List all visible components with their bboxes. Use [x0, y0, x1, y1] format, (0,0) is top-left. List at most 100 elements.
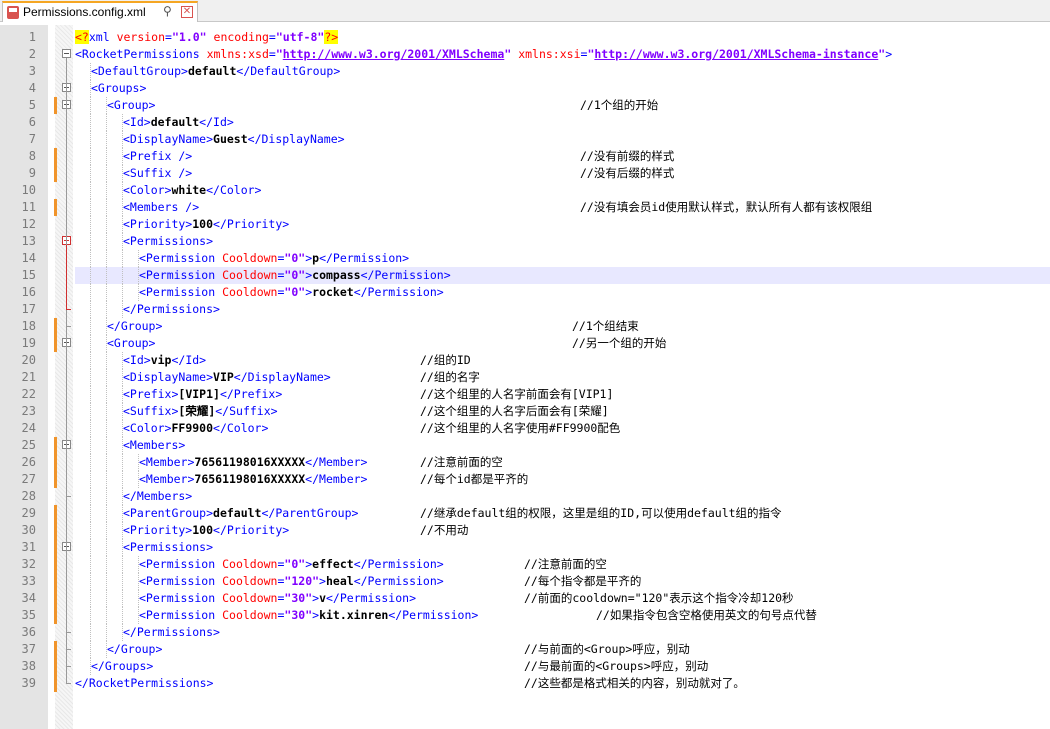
- editor-line[interactable]: 2 <RocketPermissions xmlns:xsd="http://ww…: [0, 46, 1050, 63]
- token: </Group>: [107, 642, 163, 656]
- token: encoding: [213, 30, 269, 44]
- code-text: <Members />: [75, 199, 1050, 216]
- indent-guide: [122, 471, 124, 488]
- editor-line[interactable]: 37 </Group> //与前面的<Group>呼应，别动: [0, 641, 1050, 658]
- editor-line[interactable]: 39 </RocketPermissions> //这些都是格式相关的内容，别动就对…: [0, 675, 1050, 692]
- indent-guide: [106, 267, 108, 284]
- token: Cooldown: [222, 268, 278, 282]
- token: "1.0": [171, 30, 207, 44]
- code-text: <?xml version="1.0" encoding="utf-8"?>: [75, 29, 1050, 46]
- close-tab-icon[interactable]: ✕: [181, 6, 193, 18]
- line-number: 26: [21, 455, 36, 469]
- editor-line[interactable]: 7 <DisplayName>Guest</DisplayName>: [0, 131, 1050, 148]
- indent-guide: [90, 590, 92, 607]
- fold-range-line: [66, 449, 67, 496]
- editor-line[interactable]: 19 <Group> //另一个组的开始: [0, 335, 1050, 352]
- change-marker: [54, 522, 57, 539]
- editor-line[interactable]: 21 <DisplayName>VIP</DisplayName>//组的名字: [0, 369, 1050, 386]
- editor-line[interactable]: 29 <ParentGroup>default</ParentGroup> //继承…: [0, 505, 1050, 522]
- editor-line[interactable]: 10 <Color>white</Color>: [0, 182, 1050, 199]
- indent-guide: [138, 607, 140, 624]
- editor-line[interactable]: 24 <Color>FF9900</Color> //这个组里的人名字使用#FF99…: [0, 420, 1050, 437]
- indent-guide: [90, 148, 92, 165]
- editor-line[interactable]: 6 <Id>default</Id>: [0, 114, 1050, 131]
- token: xmlns:xsd: [206, 47, 269, 61]
- indent-guide: [90, 488, 92, 505]
- editor-line[interactable]: 28 </Members>: [0, 488, 1050, 505]
- editor-line[interactable]: 15 <Permission Cooldown="0">compass</Perm…: [0, 267, 1050, 284]
- code-editor[interactable]: 1 <?xml version="1.0" encoding="utf-8"?> 2…: [0, 25, 1050, 729]
- editor-line[interactable]: 20 <Id>vip</Id>//组的ID: [0, 352, 1050, 369]
- change-marker: [54, 658, 57, 675]
- indent-guide: [106, 250, 108, 267]
- editor-line[interactable]: 30 <Priority>100</Priority>//不用动: [0, 522, 1050, 539]
- line-number: 31: [21, 540, 36, 554]
- change-marker: [54, 471, 57, 488]
- editor-line[interactable]: 25 <Members>: [0, 437, 1050, 454]
- indent-guide: [122, 131, 124, 148]
- token: ": [275, 47, 283, 61]
- token: "0": [284, 268, 306, 282]
- token: <Member>: [139, 455, 195, 469]
- editor-line[interactable]: 26 <Member>76561198016XXXXX</Member>//注意前…: [0, 454, 1050, 471]
- indent-guide: [90, 165, 92, 182]
- editor-line[interactable]: 34 <Permission Cooldown="30">v</Permissio…: [0, 590, 1050, 607]
- fold-toggle-icon[interactable]: [62, 49, 71, 58]
- comment-text: //另一个组的开始: [572, 336, 667, 350]
- line-number: 32: [21, 557, 36, 571]
- editor-line[interactable]: 16 <Permission Cooldown="0">rocket</Permi…: [0, 284, 1050, 301]
- editor-line[interactable]: 13 <Permissions>: [0, 233, 1050, 250]
- editor-line[interactable]: 14 <Permission Cooldown="0">p</Permission…: [0, 250, 1050, 267]
- indent-guide: [122, 284, 124, 301]
- indent-guide: [106, 539, 108, 556]
- comment-text: //没有填会员id使用默认样式，默认所有人都有该权限组: [580, 200, 873, 214]
- editor-line[interactable]: 4 <Groups>: [0, 80, 1050, 97]
- editor-line[interactable]: 36 </Permissions>: [0, 624, 1050, 641]
- indent-guide: [90, 318, 92, 335]
- token: "120": [284, 574, 320, 588]
- indent-guide: [122, 607, 124, 624]
- token: </Permission>: [353, 574, 444, 588]
- editor-line[interactable]: 11 <Members /> //没有填会员id使用默认样式，默认所有人都有该权限组: [0, 199, 1050, 216]
- editor-line[interactable]: 32 <Permission Cooldown="0">effect</Permi…: [0, 556, 1050, 573]
- token: http://www.w3.org/2001/XMLSchema-instanc…: [594, 47, 879, 61]
- tab-permissions-config[interactable]: Permissions.config.xml ⚲ ✕: [2, 1, 198, 22]
- token: Cooldown: [222, 608, 278, 622]
- token: <Id>: [123, 353, 151, 367]
- editor-line[interactable]: 1 <?xml version="1.0" encoding="utf-8"?>: [0, 29, 1050, 46]
- token: Cooldown: [222, 285, 278, 299]
- editor-line[interactable]: 8 <Prefix /> //没有前缀的样式: [0, 148, 1050, 165]
- line-number: 22: [21, 387, 36, 401]
- change-marker: [54, 607, 57, 624]
- token: =: [165, 30, 172, 44]
- token: </Permissions>: [123, 302, 220, 316]
- editor-line[interactable]: 23 <Suffix>[荣耀]</Suffix> //这个组里的人名字后面会有[荣耀…: [0, 403, 1050, 420]
- token: <Priority>: [123, 523, 193, 537]
- editor-line[interactable]: 3 <DefaultGroup>default</DefaultGroup>: [0, 63, 1050, 80]
- indent-guide: [106, 420, 108, 437]
- indent-guide: [122, 301, 124, 318]
- editor-line[interactable]: 33 <Permission Cooldown="120">heal</Permi…: [0, 573, 1050, 590]
- editor-line[interactable]: 38 </Groups> //与最前面的<Groups>呼应，别动: [0, 658, 1050, 675]
- editor-line[interactable]: 31 <Permissions>: [0, 539, 1050, 556]
- editor-line[interactable]: 22 <Prefix>[VIP1]</Prefix> //这个组里的人名字前面会有[…: [0, 386, 1050, 403]
- editor-line[interactable]: 5 <Group> //1个组的开始: [0, 97, 1050, 114]
- editor-line[interactable]: 35 <Permission Cooldown="30">kit.xinren</…: [0, 607, 1050, 624]
- indent-guide: [122, 267, 124, 284]
- editor-line[interactable]: 12 <Priority>100</Priority>: [0, 216, 1050, 233]
- editor-line[interactable]: 18 </Group> //1个组结束: [0, 318, 1050, 335]
- token: <Permission: [139, 557, 223, 571]
- indent-guide: [90, 556, 92, 573]
- editor-line[interactable]: 9 <Suffix /> //没有后缀的样式: [0, 165, 1050, 182]
- token: kit.xinren: [319, 608, 389, 622]
- indent-guide: [122, 165, 124, 182]
- editor-line[interactable]: 27 <Member>76561198016XXXXX</Member>//每个i…: [0, 471, 1050, 488]
- pin-icon[interactable]: ⚲: [163, 4, 172, 18]
- comment-text: //每个指令都是平齐的: [524, 574, 642, 588]
- change-marker: [54, 539, 57, 556]
- line-number: 19: [21, 336, 36, 350]
- editor-line[interactable]: 17 </Permissions>: [0, 301, 1050, 318]
- line-number: 38: [21, 659, 36, 673]
- token: Cooldown: [222, 574, 278, 588]
